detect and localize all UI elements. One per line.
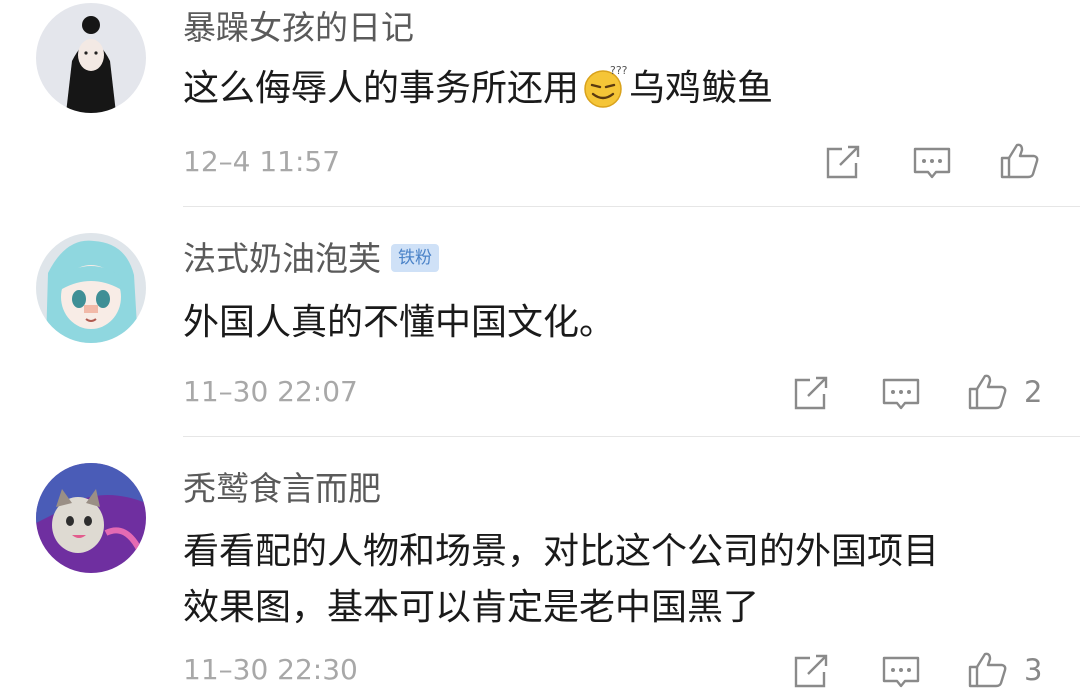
share-button[interactable] xyxy=(790,652,834,692)
comment-item: 暴躁女孩的日记 这么侮辱人的事务所还用 ??? 乌鸡鲅鱼 12–4 11:57 xyxy=(0,0,1080,208)
comment-timestamp: 11–30 22:30 xyxy=(183,653,358,686)
comment-username[interactable]: 秃鹫食言而肥 xyxy=(183,469,381,509)
reply-button[interactable] xyxy=(910,143,954,183)
content-text-tail: 乌鸡鲅鱼 xyxy=(629,68,774,109)
comment-username[interactable]: 法式奶油泡芙 铁粉 xyxy=(183,239,439,279)
like-count: 2 xyxy=(1024,375,1043,409)
content-text-line2: 效果图，基本可以肯定是老中国黑了 xyxy=(183,587,760,628)
avatar[interactable] xyxy=(36,3,146,113)
comment-icon xyxy=(913,147,951,179)
sweat-smile-emoji-icon: ??? xyxy=(579,63,629,109)
thumbs-up-icon xyxy=(1000,143,1039,179)
share-icon xyxy=(826,145,860,179)
share-button[interactable] xyxy=(822,143,866,183)
avatar[interactable] xyxy=(36,233,146,343)
comment-timestamp: 12–4 11:57 xyxy=(183,145,341,178)
share-button[interactable] xyxy=(790,374,834,414)
comment-content: 看看配的人物和场景，对比这个公司的外国项目 效果图，基本可以肯定是老中国黑了 xyxy=(183,524,939,636)
share-icon xyxy=(794,654,828,688)
svg-text:???: ??? xyxy=(610,64,628,77)
comment-item: 法式奶油泡芙 铁粉 外国人真的不懂中国文化。 11–30 22:07 2 xyxy=(0,207,1080,437)
content-text: 看看配的人物和场景，对比这个公司的外国项目 xyxy=(183,531,940,572)
comment-timestamp: 11–30 22:07 xyxy=(183,375,358,408)
like-button[interactable] xyxy=(966,650,1010,690)
content-text: 外国人真的不懂中国文化。 xyxy=(183,302,616,343)
content-text: 这么侮辱人的事务所还用 xyxy=(183,68,580,109)
username-text[interactable]: 暴躁女孩的日记 xyxy=(183,8,414,47)
comment-icon xyxy=(882,378,920,410)
reply-button[interactable] xyxy=(879,374,923,414)
username-text[interactable]: 法式奶油泡芙 xyxy=(183,239,381,278)
comment-username[interactable]: 暴躁女孩的日记 xyxy=(183,8,414,48)
like-count: 3 xyxy=(1024,653,1043,687)
share-icon xyxy=(794,376,828,410)
username-text[interactable]: 秃鹫食言而肥 xyxy=(183,469,381,508)
comment-content: 这么侮辱人的事务所还用 ??? 乌鸡鲅鱼 xyxy=(183,61,773,117)
like-button[interactable] xyxy=(998,141,1042,181)
like-button[interactable] xyxy=(966,372,1010,412)
thumbs-up-icon xyxy=(968,374,1007,410)
comment-icon xyxy=(882,656,920,688)
comment-item: 秃鹫食言而肥 看看配的人物和场景，对比这个公司的外国项目 效果图，基本可以肯定是… xyxy=(0,437,1080,698)
fan-badge: 铁粉 xyxy=(391,243,439,272)
reply-button[interactable] xyxy=(879,652,923,692)
avatar[interactable] xyxy=(36,463,146,573)
comment-content: 外国人真的不懂中国文化。 xyxy=(183,295,615,351)
thumbs-up-icon xyxy=(968,652,1007,688)
